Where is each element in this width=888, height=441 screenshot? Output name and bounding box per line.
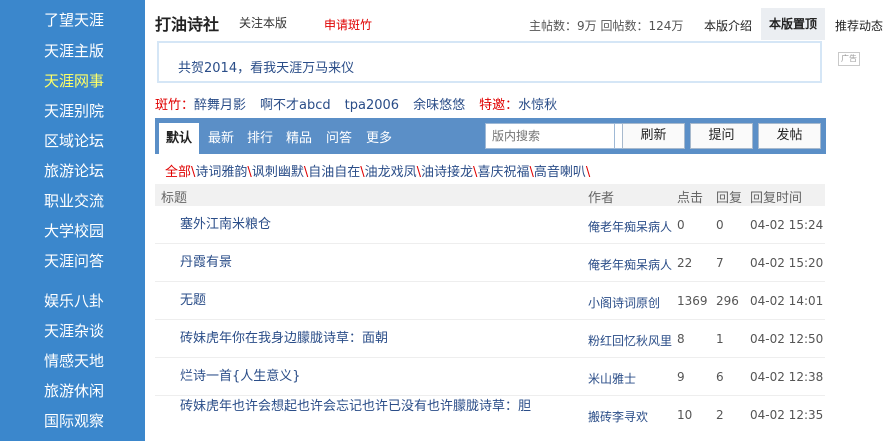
post-clicks: 0 [677,218,685,232]
category-item[interactable]: 自油自在 [308,165,360,180]
sidebar-item-travel-forum[interactable]: 旅游论坛 [0,156,145,186]
post-author-link[interactable]: 搬砖李寻欢 [588,408,676,425]
post-title-link[interactable]: 砖妹虎年你在我身边朦胧诗草：面朝 [180,330,388,348]
post-replies: 6 [716,370,724,384]
guest-label: 特邀： [479,98,519,113]
board-top-tab[interactable]: 本版置顶 [761,8,825,40]
refresh-button[interactable]: 刷新 [622,123,685,149]
sidebar-item-bieyuan[interactable]: 天涯别院 [0,96,145,126]
board-title[interactable]: 打油诗社 [155,11,219,35]
post-clicks: 10 [677,408,693,422]
board-toolbar: 默认 最新 排行 精品 问答 更多 刷新 提问 发帖 [155,118,826,154]
post-replies: 2 [716,408,724,422]
moderator-name[interactable]: 醉舞月影 [194,98,246,113]
guest-name[interactable]: 水惊秋 [518,98,557,113]
table-row: 塞外江南米粮仓 俺老年痴呆病人 0 0 04-02 15:24 [155,206,825,244]
sidebar: 了望天涯 天涯主版 天涯网事 天涯别院 区域论坛 旅游论坛 职业交流 大学校园 … [0,0,145,441]
post-reply-time: 04-02 15:24 [750,218,824,232]
post-title-link[interactable]: 丹霞有景 [180,254,232,272]
sidebar-item-main[interactable]: 天涯主版 [0,36,145,66]
sidebar-item-qa[interactable]: 天涯问答 [0,246,145,276]
sidebar-item-emotion[interactable]: 情感天地 [0,346,145,376]
board-search-input[interactable] [485,123,615,149]
category-item[interactable]: 油龙戏凤 [365,165,417,180]
post-replies: 0 [716,218,724,232]
post-title-link[interactable]: 无题 [180,292,206,310]
tab-qa[interactable]: 问答 [326,127,352,146]
sidebar-item-zatan[interactable]: 天涯杂谈 [0,316,145,346]
moderator-name[interactable]: 啊不才abcd [260,98,331,113]
post-reply-time: 04-02 12:35 [750,408,824,422]
category-item[interactable]: 油诗接龙 [421,165,473,180]
tab-featured[interactable]: 精品 [286,127,312,146]
board-header: 打油诗社 关注本版 申请斑竹 主帖数：9万 回帖数：124万 本版介绍 本版置顶… [155,0,888,40]
sidebar-item-gossip[interactable]: 娱乐八卦 [0,286,145,316]
sidebar-item-leisure[interactable]: 旅游休闲 [0,376,145,406]
post-author-link[interactable]: 粉红回忆秋风里 [588,332,676,349]
post-author-link[interactable]: 小阁诗词原创 [588,294,676,311]
header-replies: 回复 [716,191,743,206]
post-reply-time: 04-02 12:38 [750,370,824,384]
post-replies: 1 [716,332,724,346]
sidebar-item-region[interactable]: 区域论坛 [0,126,145,156]
ask-question-button[interactable]: 提问 [690,123,753,149]
post-clicks: 1369 [677,294,708,308]
category-item[interactable]: 诗词雅韵 [195,165,247,180]
ad-badge: 广告 [838,52,860,66]
category-item[interactable]: 喜庆祝福 [477,165,529,180]
header-time: 回复时间 [750,191,803,206]
moderator-list: 斑竹：醉舞月影 啊不才abcd tpa2006 余味悠悠 特邀：水惊秋 [155,94,571,113]
post-reply-time: 04-02 12:50 [750,332,824,346]
tab-more[interactable]: 更多 [366,127,392,146]
post-replies: 7 [716,256,724,270]
post-reply-time: 04-02 14:01 [750,294,824,308]
post-author-link[interactable]: 俺老年痴呆病人 [588,218,676,235]
table-row: 丹霞有景 俺老年痴呆病人 22 7 04-02 15:20 [155,244,825,282]
table-row: 烂诗一首{人生意义} 米山雅士 9 6 04-02 12:38 [155,358,825,396]
post-author-link[interactable]: 俺老年痴呆病人 [588,256,676,273]
moderator-name[interactable]: tpa2006 [345,98,399,113]
category-all[interactable]: 全部 [165,165,191,180]
table-row: 无题 小阁诗词原创 1369 296 04-02 14:01 [155,282,825,320]
category-separator: \ [585,165,591,180]
category-item[interactable]: 高音喇叭 [534,165,586,180]
sidebar-item-international[interactable]: 国际观察 [0,406,145,436]
table-header: 标题 作者 点击 回复 回复时间 [155,184,825,206]
apply-moderator-link[interactable]: 申请斑竹 [324,16,372,33]
header-author: 作者 [588,191,615,206]
moderator-name[interactable]: 余味悠悠 [413,98,465,113]
post-replies: 296 [716,294,739,308]
header-clicks: 点击 [677,191,704,206]
post-title-link[interactable]: 砖妹虎年也许会想起也许会忘记也许已没有也许朦胧诗草：胆 [180,398,580,416]
board-notice: 共贺2014，看我天涯万马来仪 [157,41,822,83]
notice-text[interactable]: 共贺2014，看我天涯万马来仪 [178,57,354,76]
header-title: 标题 [161,191,188,206]
follow-board-button[interactable]: 关注本版 [239,14,287,31]
category-item[interactable]: 讽刺幽默 [252,165,304,180]
recommend-feed-link[interactable]: 推荐动态 [835,17,883,34]
table-row: 砖妹虎年你在我身边朦胧诗草：面朝 粉红回忆秋风里 8 1 04-02 12:50 [155,320,825,358]
tab-default[interactable]: 默认 [159,123,200,154]
moderator-label: 斑竹： [155,98,195,113]
post-clicks: 8 [677,332,685,346]
post-clicks: 22 [677,256,693,270]
sidebar-item-campus[interactable]: 大学校园 [0,216,145,246]
table-row: 砖妹虎年也许会想起也许会忘记也许已没有也许朦胧诗草：胆 搬砖李寻欢 10 2 0… [155,396,825,441]
board-intro-link[interactable]: 本版介绍 [704,17,752,34]
sidebar-item-wangshi[interactable]: 天涯网事 [0,66,145,96]
sidebar-item-liaowang[interactable]: 了望天涯 [0,5,145,35]
post-reply-time: 04-02 15:20 [750,256,824,270]
sidebar-item-career[interactable]: 职业交流 [0,186,145,216]
category-filter: 全部\诗词雅韵\讽刺幽默\自油自在\油龙戏凤\油诗接龙\喜庆祝福\高音喇叭\ [165,161,590,180]
new-post-button[interactable]: 发帖 [758,123,821,149]
post-author-link[interactable]: 米山雅士 [588,370,676,387]
post-title-link[interactable]: 塞外江南米粮仓 [180,216,271,234]
post-title-link[interactable]: 烂诗一首{人生意义} [180,368,301,386]
post-clicks: 9 [677,370,685,384]
tab-ranking[interactable]: 排行 [247,127,273,146]
tab-latest[interactable]: 最新 [208,127,234,146]
board-stats: 主帖数：9万 回帖数：124万 [529,19,684,33]
